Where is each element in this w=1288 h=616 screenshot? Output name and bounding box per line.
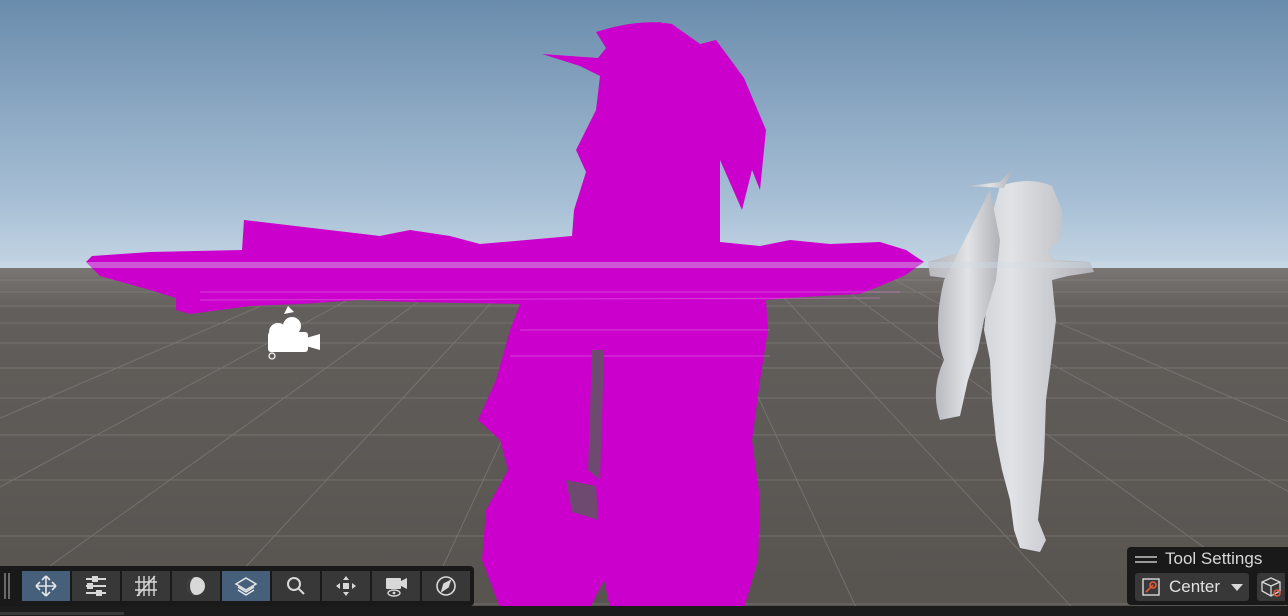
bottom-status-strip xyxy=(0,606,1288,616)
camera-view-tool-button[interactable] xyxy=(372,571,420,601)
camera-eye-icon xyxy=(386,578,407,597)
compass-tool-button[interactable] xyxy=(422,571,470,601)
shading-sphere-icon xyxy=(187,577,205,595)
sliders-tool-button[interactable] xyxy=(72,571,120,601)
compass-icon xyxy=(436,576,456,596)
global-space-cube-icon xyxy=(1261,577,1281,597)
pivot-mode-dropdown[interactable]: Center xyxy=(1135,573,1249,601)
scene-viewport[interactable] xyxy=(0,0,1288,616)
move-tool-button[interactable] xyxy=(22,571,70,601)
pivot-rotation-button[interactable] xyxy=(1257,573,1285,601)
overlay-drag-handle[interactable] xyxy=(4,573,10,599)
move-gizmo-icon xyxy=(336,576,356,596)
search-icon xyxy=(287,577,305,595)
scene-tools-overlay xyxy=(0,566,474,606)
chevron-down-icon xyxy=(1231,583,1243,591)
gizmo-tool-button[interactable] xyxy=(322,571,370,601)
pivot-center-icon xyxy=(1142,578,1160,596)
search-tool-button[interactable] xyxy=(272,571,320,601)
sliders-icon xyxy=(86,576,106,596)
layers-icon xyxy=(234,577,258,596)
move-arrows-icon xyxy=(35,575,57,597)
tool-settings-title: Tool Settings xyxy=(1165,549,1263,568)
grid-snap-icon xyxy=(135,575,157,597)
layers-tool-button[interactable] xyxy=(222,571,270,601)
status-strip-marker xyxy=(0,612,124,615)
pivot-mode-label: Center xyxy=(1169,577,1221,596)
tool-settings-grip-icon[interactable] xyxy=(1135,555,1157,563)
tool-settings-overlay: Tool Settings Center xyxy=(1127,547,1288,605)
horizon-haze xyxy=(0,262,1288,268)
shading-mode-tool-button[interactable] xyxy=(172,571,220,601)
tool-settings-header[interactable]: Tool Settings xyxy=(1127,547,1288,571)
grid-snap-tool-button[interactable] xyxy=(122,571,170,601)
